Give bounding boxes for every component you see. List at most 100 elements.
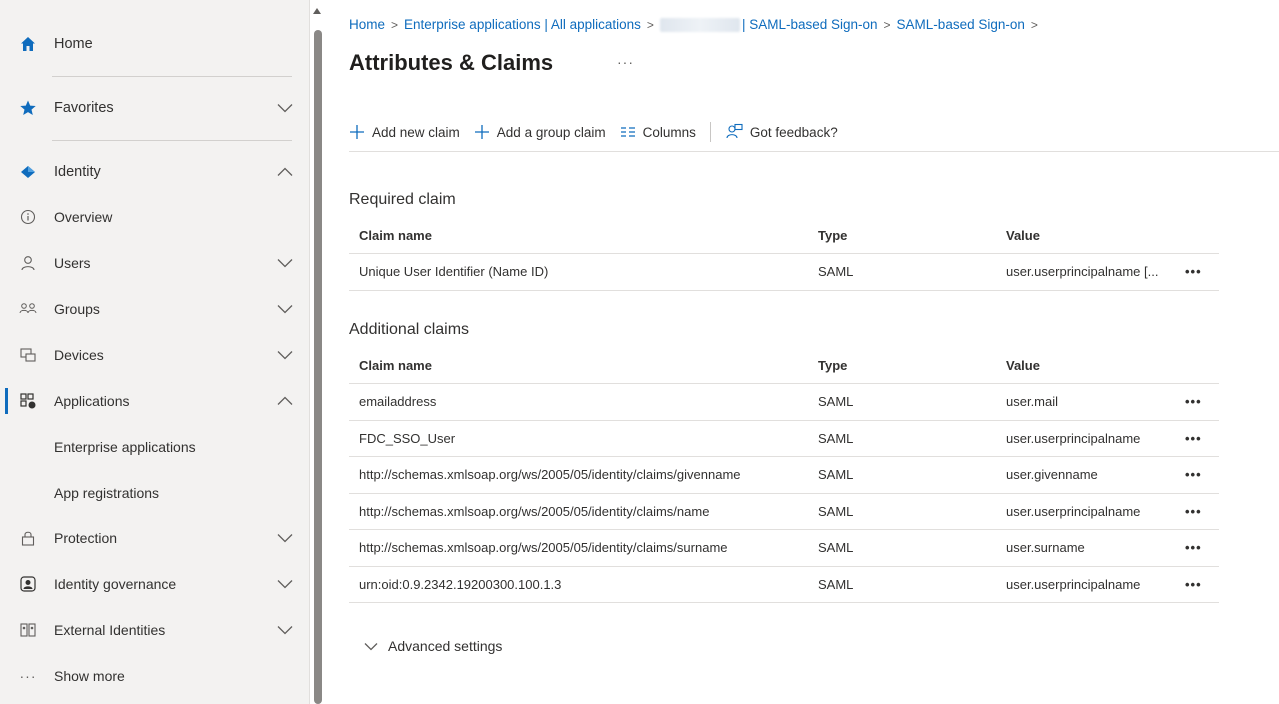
page-title: Attributes & Claims [349, 50, 554, 75]
columns-button[interactable]: Columns [620, 125, 696, 140]
column-header-type[interactable]: Type [818, 218, 847, 253]
breadcrumb: Home > Enterprise applications | All app… [349, 17, 1038, 32]
table-row[interactable]: http://schemas.xmlsoap.org/ws/2005/05/id… [349, 530, 1219, 567]
sidebar-item-label: Show more [54, 668, 125, 684]
chevron-up-icon[interactable] [276, 392, 294, 410]
toolbar-divider-line [349, 151, 1279, 152]
claim-value-cell: user.userprincipalname [1006, 430, 1141, 446]
chevron-down-icon[interactable] [276, 575, 294, 593]
sidebar-item-label: Overview [54, 209, 113, 225]
info-icon [18, 207, 38, 227]
sidebar-item-label: Home [54, 36, 93, 52]
add-new-claim-label: Add new claim [372, 124, 460, 140]
sidebar-item-applications[interactable]: Applications [0, 381, 310, 421]
got-feedback-label: Got feedback? [749, 124, 838, 140]
sidebar-item-label: App registrations [54, 485, 160, 501]
row-more-options-icon[interactable]: ••• [1185, 530, 1202, 566]
identity-icon [18, 162, 38, 182]
breadcrumb-enterprise-link[interactable]: Enterprise applications | All applicatio… [404, 17, 641, 32]
home-icon [18, 34, 38, 54]
feedback-icon [725, 123, 743, 141]
sidebar-item-show-more[interactable]: ··· Show more [0, 656, 310, 696]
sidebar-divider [52, 76, 292, 77]
sidebar-item-overview[interactable]: Overview [0, 197, 310, 237]
table-row[interactable]: http://schemas.xmlsoap.org/ws/2005/05/id… [349, 457, 1219, 494]
advanced-settings-label: Advanced settings [388, 638, 503, 654]
chevron-down-icon[interactable] [276, 99, 294, 117]
chevron-down-icon[interactable] [276, 254, 294, 272]
sidebar-item-label: Users [54, 255, 91, 271]
claim-type-cell: SAML [818, 394, 854, 410]
column-header-claim-name[interactable]: Claim name [359, 218, 432, 253]
sidebar-item-label: Identity governance [54, 576, 177, 592]
claim-name-cell: urn:oid:0.9.2342.19200300.100.1.3 [359, 576, 562, 592]
table-row[interactable]: Unique User Identifier (Name ID) SAML us… [349, 254, 1219, 291]
row-more-options-icon[interactable]: ••• [1185, 494, 1202, 530]
claim-value-cell: user.userprincipalname [1006, 576, 1141, 592]
chevron-down-icon[interactable] [276, 300, 294, 318]
claim-type-cell: SAML [818, 540, 854, 556]
chevron-up-icon[interactable] [276, 163, 294, 181]
sidebar-item-app-registrations[interactable]: App registrations [0, 473, 310, 513]
got-feedback-button[interactable]: Got feedback? [725, 123, 838, 141]
sidebar-item-label: Devices [54, 347, 104, 363]
sidebar-item-enterprise-applications[interactable]: Enterprise applications [0, 427, 310, 467]
chevron-down-icon[interactable] [276, 621, 294, 639]
column-header-type[interactable]: Type [818, 348, 847, 383]
sidebar-item-external-identities[interactable]: External Identities [0, 610, 310, 650]
table-row[interactable]: emailaddress SAML user.mail ••• [349, 384, 1219, 421]
sidebar-item-groups[interactable]: Groups [0, 289, 310, 329]
row-more-options-icon[interactable]: ••• [1185, 254, 1202, 290]
page-more-options-icon[interactable]: ··· [617, 54, 634, 70]
claim-name-cell: Unique User Identifier (Name ID) [359, 264, 549, 280]
sidebar-item-label: Enterprise applications [54, 439, 196, 455]
claim-name-cell: http://schemas.xmlsoap.org/ws/2005/05/id… [359, 540, 728, 556]
chevron-down-icon[interactable] [276, 346, 294, 364]
add-group-claim-button[interactable]: Add a group claim [474, 124, 606, 140]
applications-icon [18, 391, 38, 411]
sidebar-nav: Home Favorites Identity Overview Users G… [0, 0, 310, 704]
column-header-value[interactable]: Value [1006, 218, 1040, 253]
table-row[interactable]: http://schemas.xmlsoap.org/ws/2005/05/id… [349, 494, 1219, 530]
sidebar-item-label: Identity [54, 164, 101, 180]
row-more-options-icon[interactable]: ••• [1185, 457, 1202, 493]
sidebar-item-label: Favorites [54, 100, 114, 116]
sidebar-item-users[interactable]: Users [0, 243, 310, 283]
row-more-options-icon[interactable]: ••• [1185, 384, 1202, 420]
add-group-claim-label: Add a group claim [496, 124, 606, 140]
breadcrumb-saml-link-2[interactable]: SAML-based Sign-on [897, 17, 1025, 32]
table-row[interactable]: urn:oid:0.9.2342.19200300.100.1.3 SAML u… [349, 567, 1219, 603]
scroll-up-arrow-icon[interactable] [313, 8, 321, 14]
sidebar-item-identity-governance[interactable]: Identity governance [0, 564, 310, 604]
sidebar-item-home[interactable]: Home [0, 24, 310, 64]
claim-type-cell: SAML [818, 467, 854, 483]
add-new-claim-button[interactable]: Add new claim [349, 124, 460, 140]
claim-type-cell: SAML [818, 264, 854, 280]
table-row[interactable]: FDC_SSO_User SAML user.userprincipalname… [349, 421, 1219, 457]
sidebar-item-label: Protection [54, 530, 118, 546]
chevron-right-icon: > [391, 17, 399, 32]
sidebar-item-favorites[interactable]: Favorites [0, 88, 310, 128]
row-more-options-icon[interactable]: ••• [1185, 567, 1202, 603]
star-icon [18, 98, 38, 118]
sidebar-item-devices[interactable]: Devices [0, 335, 310, 375]
column-header-value[interactable]: Value [1006, 348, 1040, 383]
column-header-claim-name[interactable]: Claim name [359, 348, 432, 383]
sidebar-divider [52, 140, 292, 141]
breadcrumb-home-link[interactable]: Home [349, 17, 385, 32]
devices-icon [18, 345, 38, 365]
table-header-row: Claim name Type Value [349, 348, 1219, 384]
additional-claims-heading: Additional claims [349, 321, 470, 338]
breadcrumb-saml-link[interactable]: | SAML-based Sign-on [742, 17, 878, 32]
claim-type-cell: SAML [818, 430, 854, 446]
sidebar-item-protection[interactable]: Protection [0, 518, 310, 558]
advanced-settings-toggle[interactable]: Advanced settings [364, 638, 502, 654]
claim-value-cell: user.userprincipalname [... [1006, 264, 1159, 280]
sidebar-scrollbar-thumb[interactable] [314, 30, 322, 704]
chevron-down-icon[interactable] [276, 529, 294, 547]
required-claims-table: Claim name Type Value Unique User Identi… [349, 218, 1219, 291]
row-more-options-icon[interactable]: ••• [1185, 421, 1202, 457]
claim-name-cell: http://schemas.xmlsoap.org/ws/2005/05/id… [359, 467, 741, 483]
claim-value-cell: user.givenname [1006, 467, 1098, 483]
sidebar-item-identity[interactable]: Identity [0, 152, 310, 192]
